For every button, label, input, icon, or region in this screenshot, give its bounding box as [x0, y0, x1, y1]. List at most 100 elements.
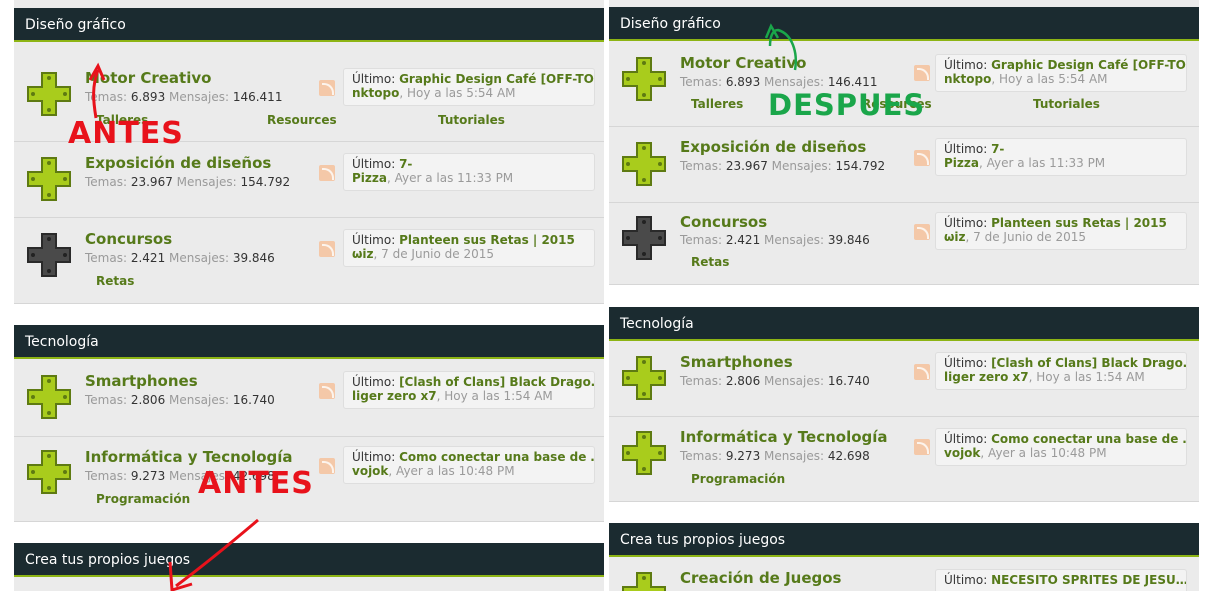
last-post-date: Hoy a las 1:54 AM [1036, 370, 1145, 384]
rss-icon[interactable] [914, 364, 930, 380]
forum-unread-icon [622, 142, 666, 186]
subforum-retas[interactable]: Retas [691, 255, 729, 269]
last-post-box[interactable]: Último: [Clash of Clans] Black Drago… li… [935, 352, 1187, 390]
last-post-date: Ayer a las 10:48 PM [396, 464, 515, 478]
last-post-title[interactable]: 7- [991, 142, 1004, 156]
forum-title-link[interactable]: Creación de Juegos [680, 569, 841, 587]
forum-row-smartphones: Smartphones Temas: 2.806 Mensajes: 16.74… [609, 343, 1199, 417]
last-post-user[interactable]: ωiz [944, 230, 966, 244]
forum-title-link[interactable]: Smartphones [680, 353, 793, 371]
rss-icon[interactable] [914, 150, 930, 166]
last-post-title[interactable]: NECESITO SPRITES DE JESU… [991, 573, 1186, 587]
forum-unread-icon [622, 57, 666, 101]
category-header-tecnologia[interactable]: Tecnología [14, 325, 604, 359]
forum-row-informatica: Informática y Tecnología Temas: 9.273 Me… [609, 418, 1199, 502]
last-post-user[interactable]: nktopo [944, 72, 991, 86]
last-post-title[interactable]: Planteen sus Retas | 2015 [399, 233, 575, 247]
last-post-title[interactable]: Planteen sus Retas | 2015 [991, 216, 1167, 230]
last-post-user[interactable]: vojok [944, 446, 980, 460]
category-title: Crea tus propios juegos [25, 552, 191, 568]
subforum-retas[interactable]: Retas [96, 274, 134, 288]
forum-title-link[interactable]: Motor Creativo [85, 69, 211, 87]
last-post-box[interactable]: Último: Como conectar una base de … vojo… [935, 428, 1187, 466]
forum-row-concursos: Concursos Temas: 2.421 Mensajes: 39.846 … [14, 219, 604, 304]
category-title: Diseño gráfico [620, 16, 721, 32]
last-post-box[interactable]: Último: Como conectar una base de … vojo… [343, 446, 595, 484]
forum-title-link[interactable]: Exposición de diseños [85, 154, 271, 172]
forum-row-exposicion: Exposición de diseños Temas: 23.967 Mens… [14, 143, 604, 218]
last-post-box[interactable]: Último: 7- Pizza, Ayer a las 11:33 PM [343, 153, 595, 191]
last-post-date: Ayer a las 11:33 PM [986, 156, 1106, 170]
forum-title-link[interactable]: Smartphones [85, 372, 198, 390]
forum-unread-icon [27, 72, 71, 116]
subforum-programacion[interactable]: Programación [96, 492, 190, 506]
rss-icon[interactable] [914, 65, 930, 81]
category-header-tecnologia[interactable]: Tecnología [609, 307, 1199, 341]
last-post-box[interactable]: Último: 7- Pizza, Ayer a las 11:33 PM [935, 138, 1187, 176]
category-title: Crea tus propios juegos [620, 532, 786, 548]
last-post-box[interactable]: Último: [Clash of Clans] Black Drago… li… [343, 371, 595, 409]
rss-icon[interactable] [319, 165, 335, 181]
last-post-title[interactable]: Como conectar una base de … [991, 432, 1186, 446]
forum-row-exposicion: Exposición de diseños Temas: 23.967 Mens… [609, 128, 1199, 203]
last-post-box[interactable]: Último: Planteen sus Retas | 2015 ωiz, 7… [343, 229, 595, 267]
last-post-title[interactable]: [Clash of Clans] Black Drago… [991, 356, 1186, 370]
forum-unread-icon [27, 450, 71, 494]
subforum-programacion[interactable]: Programación [691, 472, 785, 486]
rss-icon[interactable] [319, 241, 335, 257]
forum-title-link[interactable]: Informática y Tecnología [680, 428, 888, 446]
last-post-title[interactable]: Como conectar una base de … [399, 450, 594, 464]
forum-title-link[interactable]: Exposición de diseños [680, 138, 866, 156]
category-spacer [14, 304, 604, 325]
category-header-diseno[interactable]: Diseño gráfico [14, 8, 604, 42]
last-post-box[interactable]: Último: Graphic Design Café [OFF-TO… nkt… [935, 54, 1187, 92]
forum-unread-icon [622, 572, 666, 591]
subforum-talleres[interactable]: Talleres [691, 97, 743, 111]
last-post-user[interactable]: nktopo [352, 86, 399, 100]
forum-stats: Temas: 6.893 Mensajes: 146.411 [85, 90, 283, 104]
category-title: Tecnología [620, 316, 694, 332]
subforum-tutoriales[interactable]: Tutoriales [438, 113, 505, 127]
forum-stats: Temas: 23.967 Mensajes: 154.792 [85, 175, 291, 189]
forum-unread-icon [622, 431, 666, 475]
last-post-user[interactable]: Pizza [944, 156, 979, 170]
forum-read-icon [27, 233, 71, 277]
rss-icon[interactable] [319, 80, 335, 96]
forum-title-link[interactable]: Informática y Tecnología [85, 448, 293, 466]
category-spacer [609, 502, 1199, 523]
annotation-antes-top: ANTES [68, 116, 184, 151]
last-post-date: 7 de Junio de 2015 [973, 230, 1087, 244]
category-header-crea-juegos[interactable]: Crea tus propios juegos [609, 523, 1199, 557]
last-post-box[interactable]: Último: Graphic Design Café [OFF-TO… nkt… [343, 68, 595, 106]
category-header-diseno[interactable]: Diseño gráfico [609, 7, 1199, 41]
rss-icon[interactable] [914, 224, 930, 240]
last-post-title[interactable]: Graphic Design Café [OFF-TO… [991, 58, 1186, 72]
forum-title-link[interactable]: Motor Creativo [680, 54, 806, 72]
last-post-date: 7 de Junio de 2015 [381, 247, 495, 261]
subforum-tutoriales[interactable]: Tutoriales [1033, 97, 1100, 111]
rss-icon[interactable] [319, 383, 335, 399]
forum-title-link[interactable]: Concursos [85, 230, 172, 248]
last-post-title[interactable]: [Clash of Clans] Black Drago… [399, 375, 594, 389]
last-post-title[interactable]: Graphic Design Café [OFF-TO… [399, 72, 594, 86]
last-post-title[interactable]: 7- [399, 157, 412, 171]
category-header-crea-juegos[interactable]: Crea tus propios juegos [14, 543, 604, 577]
forum-unread-icon [622, 356, 666, 400]
forum-title-link[interactable]: Concursos [680, 213, 767, 231]
last-post-user[interactable]: liger zero x7 [944, 370, 1029, 384]
forum-stats: Temas: 2.421 Mensajes: 39.846 [680, 233, 870, 247]
last-post-date: Hoy a las 5:54 AM [998, 72, 1108, 86]
last-post-user[interactable]: Pizza [352, 171, 387, 185]
last-post-box[interactable]: Último: NECESITO SPRITES DE JESU… [935, 569, 1187, 591]
rss-icon[interactable] [319, 458, 335, 474]
rss-icon[interactable] [914, 439, 930, 455]
last-post-user[interactable]: liger zero x7 [352, 389, 437, 403]
subforum-resources[interactable]: Resources [267, 113, 337, 127]
last-post-user[interactable]: vojok [352, 464, 388, 478]
last-post-user[interactable]: ωiz [352, 247, 374, 261]
forum-stats: Temas: 9.273 Mensajes: 42.698 [680, 449, 870, 463]
last-post-date: Ayer a las 11:33 PM [394, 171, 514, 185]
last-post-date: Hoy a las 5:54 AM [406, 86, 516, 100]
last-post-box[interactable]: Último: Planteen sus Retas | 2015 ωiz, 7… [935, 212, 1187, 250]
forum-list-before: Diseño gráfico Motor Creativo Temas: 6.8… [14, 0, 604, 591]
